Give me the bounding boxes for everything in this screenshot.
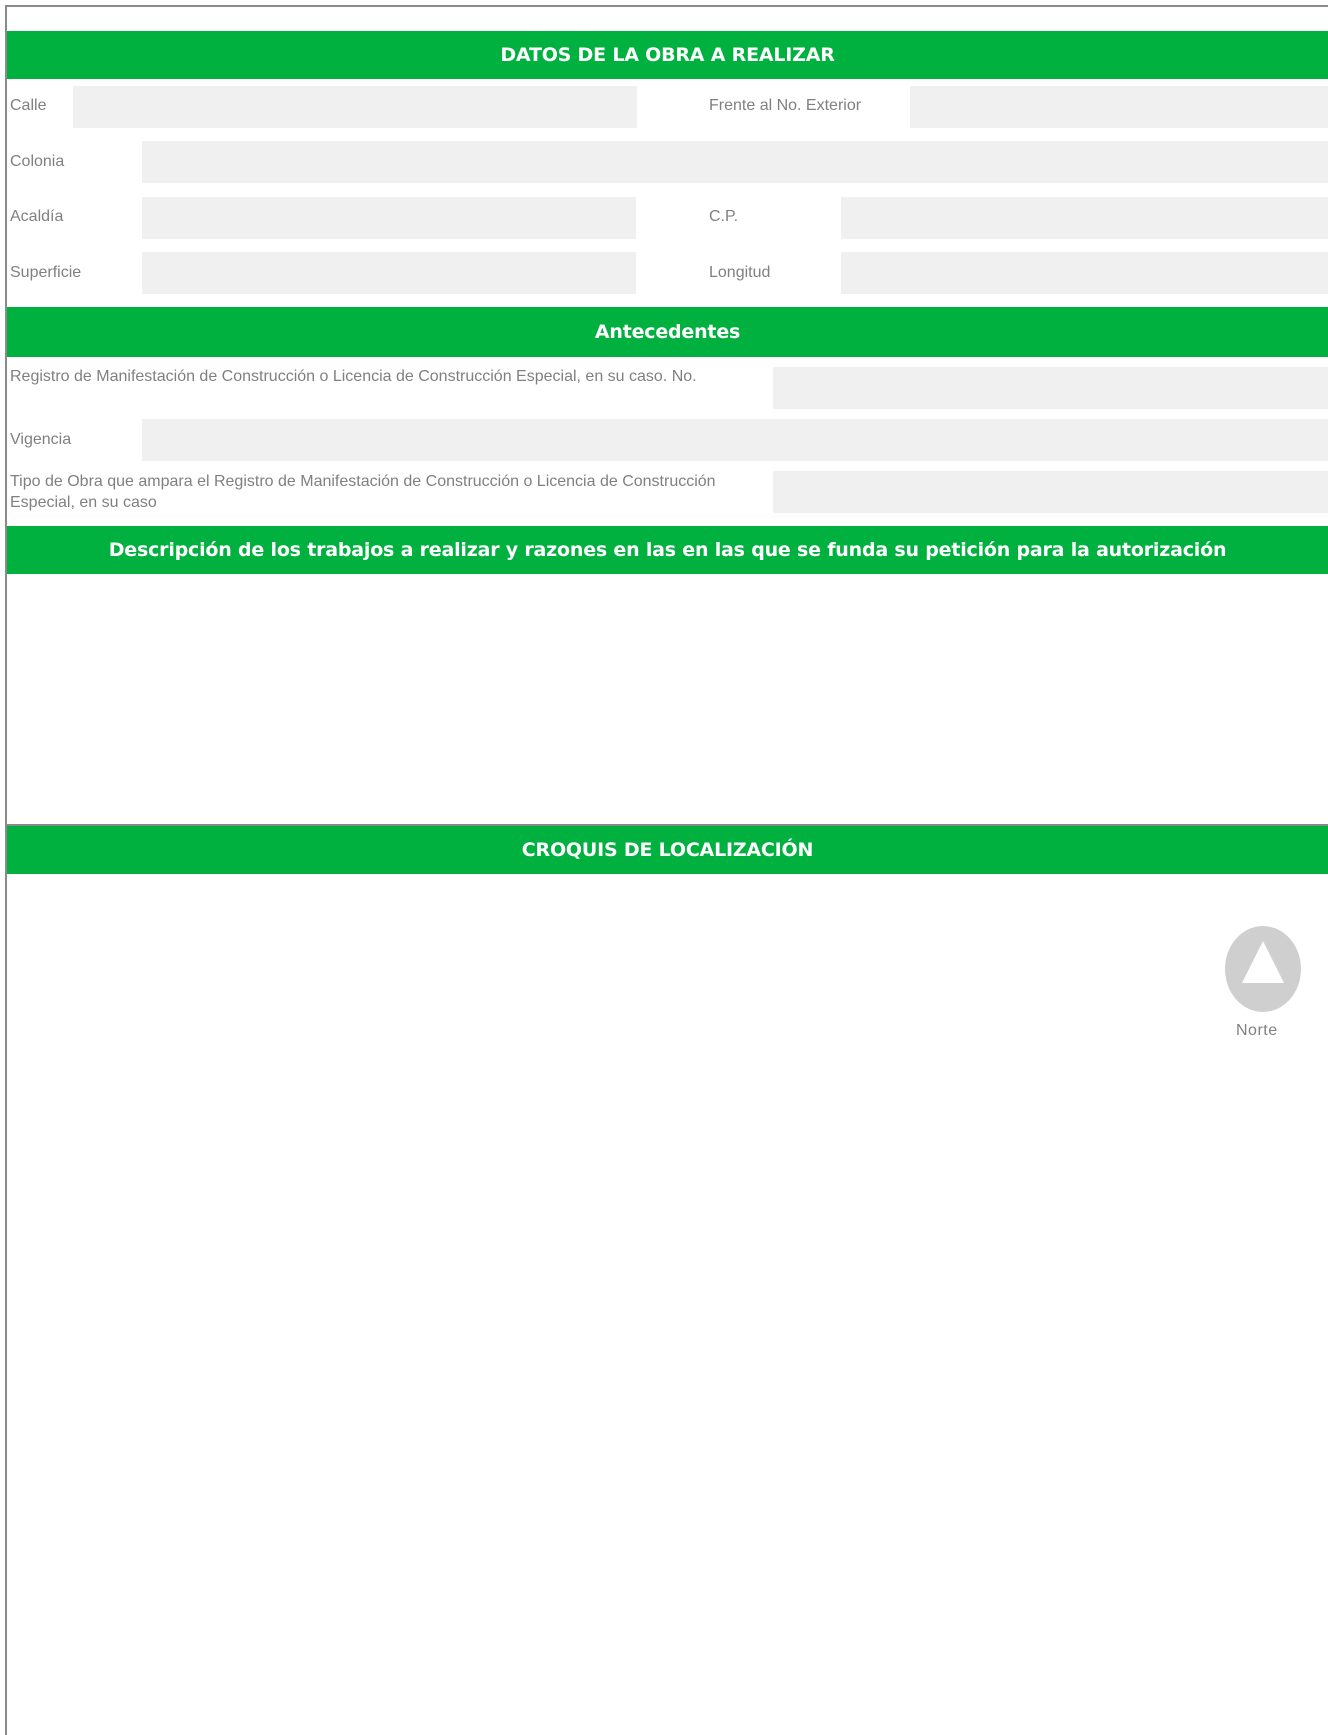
antecedentes-title: Antecedentes — [594, 321, 741, 343]
datos-obra-header: DATOS DE LA OBRA A REALIZAR — [7, 31, 1328, 79]
descripcion-header: Descripción de los trabajos a realizar y… — [7, 526, 1328, 574]
north-arrow-icon — [1225, 926, 1301, 1012]
calle-input[interactable] — [73, 86, 637, 128]
croquis-title: CROQUIS DE LOCALIZACIÓN — [521, 839, 814, 861]
descripcion-area[interactable] — [7, 574, 1328, 824]
frente-label: Frente al No. Exterior — [709, 97, 862, 114]
antecedentes-header: Antecedentes — [7, 307, 1328, 357]
croquis-header: CROQUIS DE LOCALIZACIÓN — [7, 824, 1328, 874]
croquis-area[interactable] — [7, 874, 1328, 1727]
longitud-input[interactable] — [841, 252, 1328, 294]
alcaldia-input[interactable] — [142, 197, 636, 239]
superficie-label: Superficie — [10, 264, 82, 281]
descripcion-title: Descripción de los trabajos a realizar y… — [108, 539, 1227, 561]
north-label: Norte — [1236, 1022, 1278, 1039]
cp-input[interactable] — [841, 197, 1328, 239]
tipo-obra-input[interactable] — [773, 471, 1328, 513]
vigencia-input[interactable] — [142, 419, 1328, 461]
datos-obra-title: DATOS DE LA OBRA A REALIZAR — [500, 44, 835, 66]
croquis-separator — [7, 824, 1328, 826]
registro-input[interactable] — [773, 367, 1328, 409]
registro-label: Registro de Manifestación de Construcció… — [10, 368, 697, 385]
vigencia-label: Vigencia — [10, 431, 72, 448]
frente-input[interactable] — [910, 86, 1328, 128]
colonia-input[interactable] — [142, 141, 1328, 183]
alcaldia-label: Acaldía — [10, 208, 64, 225]
tipo-obra-label: Tipo de Obra que ampara el Registro de M… — [10, 473, 716, 511]
cp-label: C.P. — [709, 208, 739, 225]
longitud-label: Longitud — [709, 264, 771, 281]
superficie-input[interactable] — [142, 252, 636, 294]
calle-label: Calle — [10, 97, 47, 114]
colonia-label: Colonia — [10, 153, 65, 170]
